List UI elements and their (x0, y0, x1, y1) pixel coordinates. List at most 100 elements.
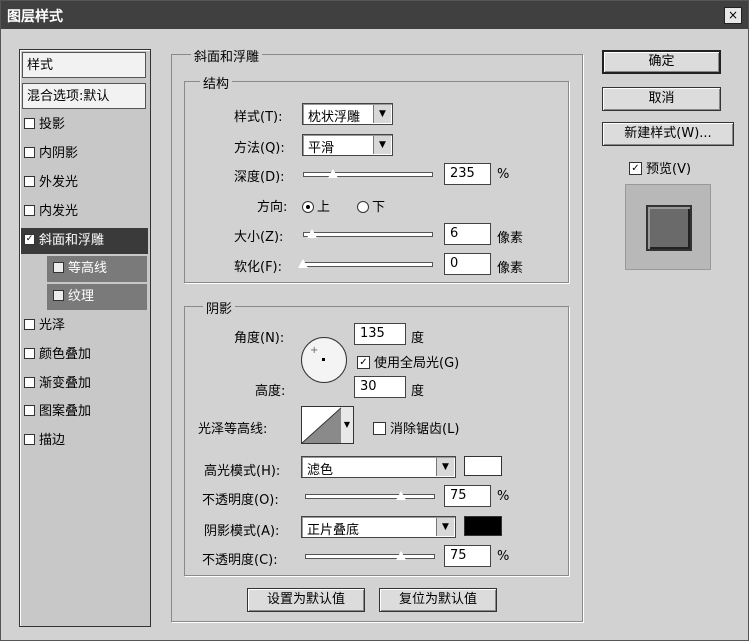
title-bar[interactable]: 图层样式 × (1, 1, 748, 29)
checkbox-icon[interactable] (24, 405, 35, 416)
dropdown-arrow-icon[interactable]: ▼ (373, 105, 391, 123)
highlight-opacity-slider[interactable] (305, 494, 435, 499)
style-item-texture[interactable]: 纹理 (47, 284, 147, 310)
highlight-opacity-unit: % (497, 489, 510, 504)
checkbox-icon[interactable] (53, 262, 64, 273)
direction-up-option[interactable]: 上 (302, 196, 330, 215)
style-item-drop-shadow[interactable]: 投影 (24, 112, 65, 138)
style-item-gradient-overlay[interactable]: 渐变叠加 (24, 371, 91, 397)
checkbox-icon[interactable] (24, 377, 35, 388)
depth-slider-thumb[interactable] (327, 168, 340, 179)
technique-label: 方法(Q): (234, 141, 285, 156)
blending-options-item[interactable]: 混合选项:默认 (22, 83, 146, 109)
shading-title: 阴影 (203, 298, 236, 317)
highlight-color-swatch[interactable] (464, 456, 502, 476)
technique-select[interactable]: 平滑 ▼ (302, 134, 393, 156)
shadow-opacity-slider[interactable] (305, 554, 435, 559)
global-light-option[interactable]: ✓ 使用全局光(G) (357, 352, 459, 371)
angle-dial[interactable]: + (301, 337, 347, 383)
bevel-style-select[interactable]: 枕状浮雕 ▼ (302, 103, 393, 125)
highlight-opacity-input[interactable]: 75 (444, 485, 491, 507)
make-default-button[interactable]: 设置为默认值 (247, 588, 365, 612)
shadow-mode-value: 正片叠底 (307, 523, 360, 538)
style-item-outer-glow[interactable]: 外发光 (24, 170, 78, 196)
gloss-contour-swatch[interactable] (301, 406, 343, 444)
contour-curve-icon (302, 407, 342, 443)
checkbox-checked-icon[interactable]: ✓ (629, 162, 642, 175)
preview-option[interactable]: ✓ 预览(V) (629, 158, 691, 177)
checkbox-checked-icon[interactable]: ✓ (24, 234, 35, 245)
style-item-label: 内阴影 (39, 146, 79, 161)
style-item-label: 纹理 (68, 289, 95, 304)
checkbox-icon[interactable] (24, 205, 35, 216)
radio-selected-icon[interactable] (302, 200, 314, 213)
depth-unit: % (497, 167, 510, 182)
preview-label: 预览(V) (646, 162, 692, 177)
style-item-label: 光泽 (39, 318, 66, 333)
dropdown-arrow-icon[interactable]: ▼ (341, 406, 354, 444)
styles-header[interactable]: 样式 (22, 52, 146, 78)
preview-thumbnail (625, 184, 711, 270)
style-item-label: 渐变叠加 (39, 376, 92, 391)
style-item-label: 颜色叠加 (39, 347, 92, 362)
dropdown-arrow-icon[interactable]: ▼ (436, 518, 454, 536)
close-icon[interactable]: × (724, 7, 742, 24)
checkbox-icon[interactable] (24, 176, 35, 187)
window-title: 图层样式 (7, 9, 63, 25)
checkbox-checked-icon[interactable]: ✓ (357, 356, 370, 369)
soften-slider-thumb[interactable] (297, 258, 309, 269)
checkbox-icon[interactable] (24, 118, 35, 129)
altitude-label: 高度: (255, 384, 286, 399)
angle-input[interactable]: 135 (354, 323, 406, 345)
checkbox-icon[interactable] (24, 434, 35, 445)
direction-down-option[interactable]: 下 (357, 196, 385, 215)
structure-title: 结构 (200, 73, 233, 92)
style-item-label: 描边 (39, 433, 66, 448)
altitude-input[interactable]: 30 (354, 376, 406, 398)
new-style-button[interactable]: 新建样式(W)... (602, 122, 734, 146)
shadow-opacity-label: 不透明度(C): (202, 553, 278, 568)
anti-aliased-option[interactable]: 消除锯齿(L) (373, 418, 459, 437)
depth-input[interactable]: 235 (444, 163, 491, 185)
direction-down-label: 下 (372, 200, 386, 215)
checkbox-icon[interactable] (24, 319, 35, 330)
checkbox-icon[interactable] (373, 422, 386, 435)
style-item-color-overlay[interactable]: 颜色叠加 (24, 342, 91, 368)
cancel-button[interactable]: 取消 (602, 87, 721, 111)
size-slider[interactable] (303, 232, 433, 237)
reset-default-button[interactable]: 复位为默认值 (379, 588, 497, 612)
checkbox-icon[interactable] (53, 290, 64, 301)
dropdown-arrow-icon[interactable]: ▼ (436, 458, 454, 476)
style-item-label: 内发光 (39, 204, 79, 219)
bevel-style-value: 枕状浮雕 (308, 110, 361, 125)
shadow-opacity-thumb[interactable] (395, 550, 407, 561)
style-item-inner-glow[interactable]: 内发光 (24, 199, 78, 225)
checkbox-icon[interactable] (24, 147, 35, 158)
shadow-mode-select[interactable]: 正片叠底 ▼ (301, 516, 456, 538)
crosshair-icon: + (310, 345, 319, 356)
size-slider-thumb[interactable] (306, 228, 318, 239)
layer-style-dialog: 图层样式 × 样式 混合选项:默认 投影 内阴影 外发光 内发光 ✓ 斜面和浮雕 … (0, 0, 749, 641)
radio-icon[interactable] (357, 200, 369, 213)
soften-slider[interactable] (303, 262, 433, 267)
style-item-bevel-emboss[interactable]: ✓ 斜面和浮雕 (21, 228, 148, 254)
highlight-mode-select[interactable]: 滤色 ▼ (301, 456, 456, 478)
style-item-satin[interactable]: 光泽 (24, 313, 65, 339)
highlight-mode-label: 高光模式(H): (204, 464, 281, 479)
size-input[interactable]: 6 (444, 223, 491, 245)
ok-button[interactable]: 确定 (602, 50, 721, 74)
style-item-label: 投影 (39, 117, 66, 132)
shadow-color-swatch[interactable] (464, 516, 502, 536)
direction-up-label: 上 (317, 200, 331, 215)
style-item-stroke[interactable]: 描边 (24, 428, 65, 454)
depth-slider[interactable] (303, 172, 433, 177)
style-item-inner-shadow[interactable]: 内阴影 (24, 141, 78, 167)
checkbox-icon[interactable] (24, 348, 35, 359)
style-item-contour[interactable]: 等高线 (47, 256, 147, 282)
dropdown-arrow-icon[interactable]: ▼ (373, 136, 391, 154)
angle-dial-center (322, 358, 325, 361)
highlight-opacity-thumb[interactable] (395, 490, 407, 501)
shadow-opacity-input[interactable]: 75 (444, 545, 491, 567)
style-item-pattern-overlay[interactable]: 图案叠加 (24, 399, 91, 425)
soften-input[interactable]: 0 (444, 253, 491, 275)
